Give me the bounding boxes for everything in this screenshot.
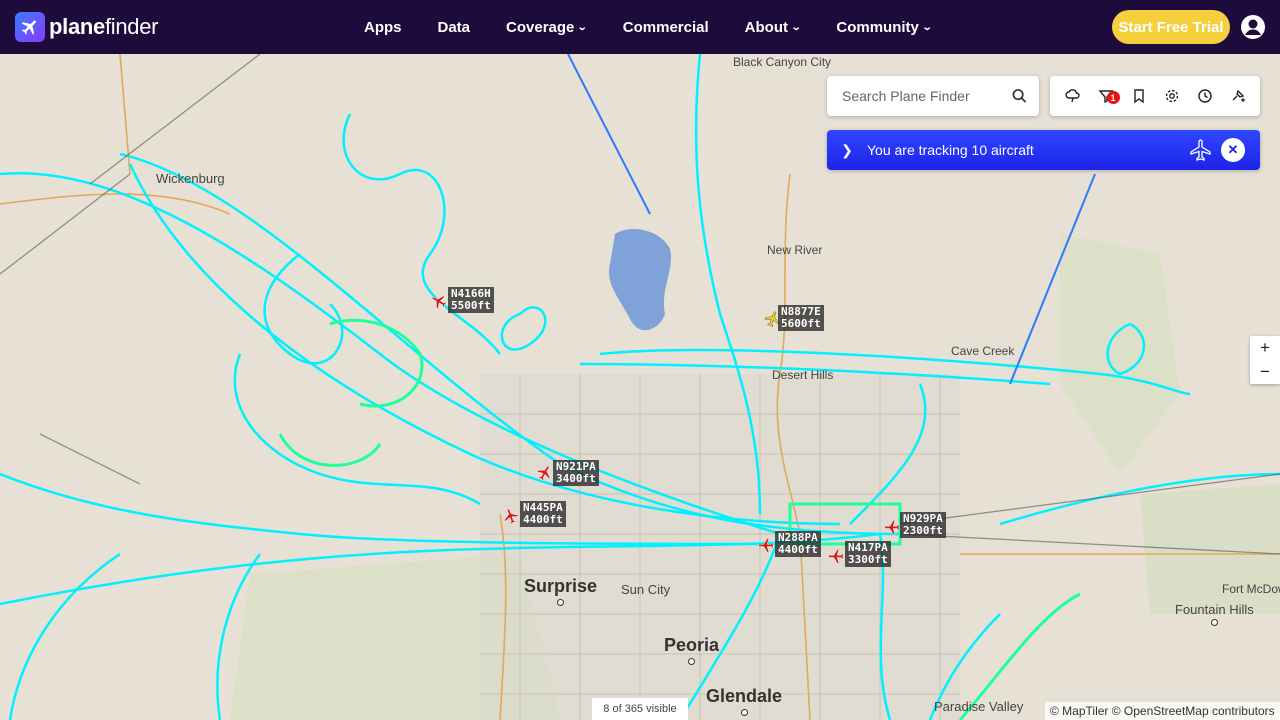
planefinder-logo[interactable]: planefinder — [15, 12, 159, 42]
aircraft-icon[interactable] — [430, 292, 448, 310]
nav-about[interactable]: About ⌄ — [745, 19, 802, 36]
top-navigation-bar: planefinder Apps Data Coverage ⌄ Commerci… — [0, 0, 1280, 54]
map-toolbar: 1 — [1050, 76, 1260, 116]
aircraft-label[interactable]: N921PA 3400ft — [553, 460, 599, 486]
history-icon — [1197, 89, 1212, 103]
filter-button[interactable]: 1 — [1095, 85, 1120, 107]
map-attribution[interactable]: © MapTiler © OpenStreetMap contributors — [1045, 702, 1280, 720]
aircraft-icon[interactable] — [757, 536, 775, 554]
chevron-right-icon[interactable]: ❯ — [827, 142, 867, 159]
search-box — [827, 76, 1039, 116]
aircraft-icon[interactable] — [883, 518, 901, 536]
place-label: Fort McDowell — [1222, 582, 1280, 596]
place-label: Fountain Hills — [1175, 602, 1254, 626]
tracking-text: You are tracking 10 aircraft — [867, 142, 1034, 158]
visible-aircraft-count: 8 of 365 visible — [592, 698, 688, 720]
filter-count-badge: 1 — [1106, 91, 1120, 104]
place-label: Paradise Valley — [934, 699, 1024, 714]
nav-apps[interactable]: Apps — [364, 19, 402, 36]
chevron-down-icon: ⌄ — [577, 21, 589, 33]
nav-community[interactable]: Community ⌄ — [836, 19, 933, 36]
weather-button[interactable] — [1062, 85, 1084, 107]
place-label: Sun City — [621, 582, 671, 597]
plane-sparkle-icon — [1232, 89, 1245, 102]
playback-button[interactable] — [1194, 85, 1216, 107]
place-label: Surprise — [524, 576, 597, 606]
logo-plane-icon — [15, 12, 45, 42]
chevron-down-icon: ⌄ — [921, 21, 933, 33]
plane-icon — [1190, 139, 1211, 161]
search-icon[interactable] — [1012, 88, 1027, 104]
place-label: Black Canyon City — [733, 55, 832, 69]
aircraft-label[interactable]: N288PA 4400ft — [775, 531, 821, 557]
aircraft-icon[interactable] — [536, 464, 554, 482]
nav-commercial[interactable]: Commercial — [623, 19, 709, 36]
aircraft-label[interactable]: N417PA 3300ft — [845, 541, 891, 567]
nav-coverage[interactable]: Coverage ⌄ — [506, 19, 589, 36]
bookmark-icon — [1133, 89, 1144, 104]
place-label: Glendale — [706, 686, 782, 716]
chevron-down-icon: ⌄ — [790, 21, 802, 33]
aircraft-label[interactable]: N4166H 5500ft — [448, 287, 494, 313]
aircraft-label[interactable]: N929PA 2300ft — [900, 512, 946, 538]
aircraft-icon[interactable] — [502, 507, 520, 525]
nav-data[interactable]: Data — [438, 19, 471, 36]
place-label: Cave Creek — [951, 344, 1015, 358]
tracking-banner[interactable]: ❯ You are tracking 10 aircraft ✕ — [827, 130, 1260, 170]
gear-icon — [1165, 89, 1178, 103]
aircraft-label[interactable]: N445PA 4400ft — [520, 501, 566, 527]
main-nav: Apps Data Coverage ⌄ Commercial About ⌄ Co… — [364, 0, 967, 54]
aircraft-label[interactable]: N8877E 5600ft — [778, 305, 824, 331]
cloud-rain-icon — [1064, 89, 1080, 103]
close-icon[interactable]: ✕ — [1221, 138, 1245, 162]
settings-button[interactable] — [1161, 85, 1183, 107]
start-free-trial-button[interactable]: Start Free Trial — [1112, 10, 1230, 44]
place-label: New River — [767, 243, 823, 257]
account-icon[interactable] — [1240, 14, 1266, 40]
search-input[interactable] — [842, 88, 1012, 104]
zoom-control: + − — [1250, 336, 1280, 384]
aircraft-icon[interactable] — [827, 547, 845, 565]
place-label: Peoria — [664, 635, 719, 665]
place-label: Desert Hills — [772, 368, 834, 382]
place-label: Wickenburg — [156, 171, 225, 186]
logo-wordmark: planefinder — [49, 14, 159, 39]
ar-view-button[interactable] — [1227, 85, 1249, 107]
zoom-out-button[interactable]: − — [1250, 360, 1280, 384]
zoom-in-button[interactable]: + — [1250, 336, 1280, 360]
flight-map[interactable]: Black Canyon City Wickenburg New River C… — [0, 54, 1280, 720]
bookmarks-button[interactable] — [1128, 85, 1150, 107]
